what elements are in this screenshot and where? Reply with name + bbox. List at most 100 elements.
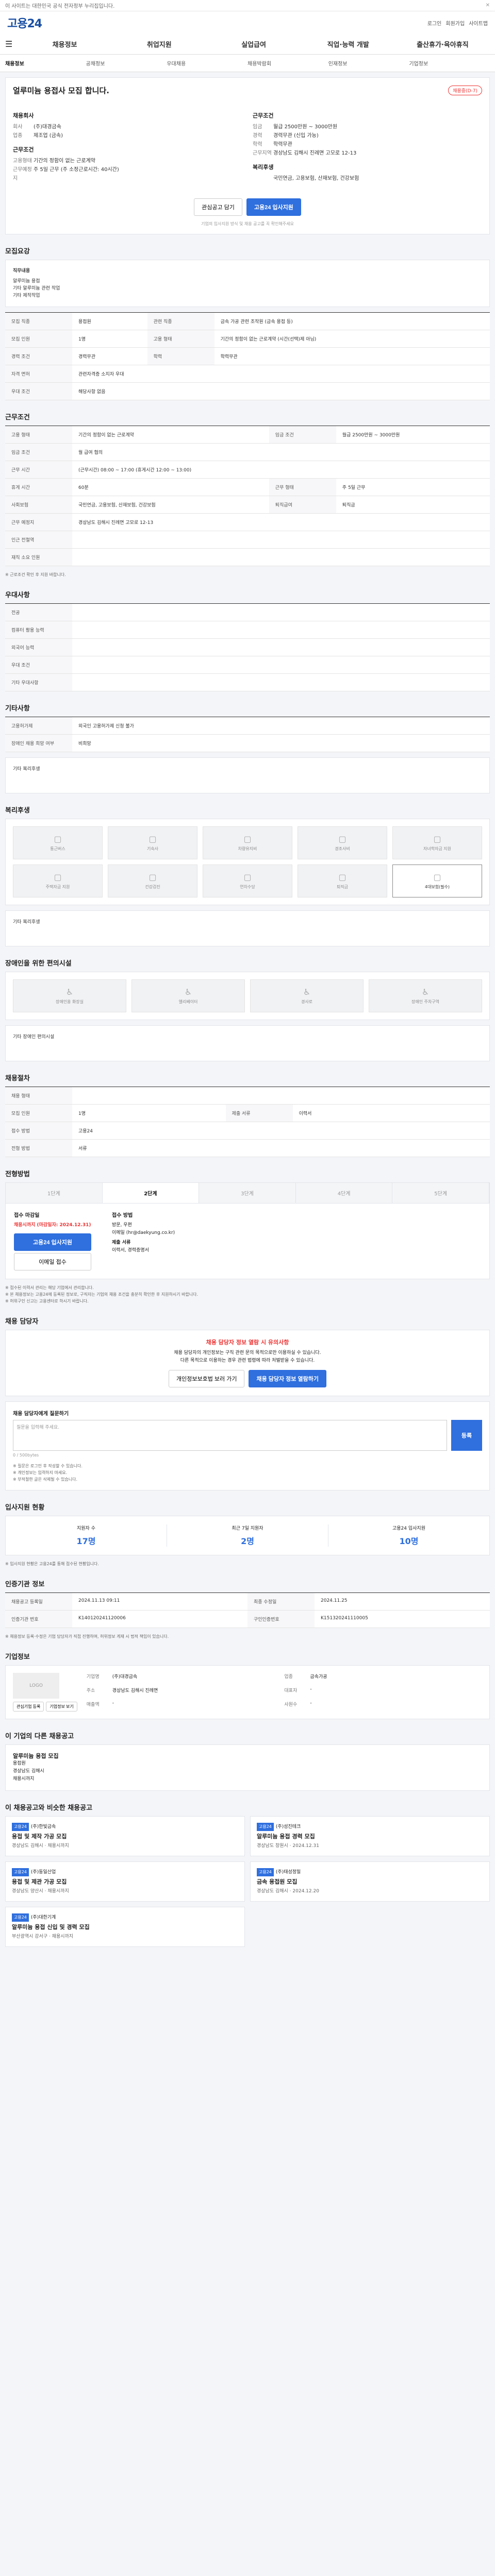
table-row: 재직 소요 인원 — [5, 548, 490, 566]
table-key: 구인인증번호 — [248, 1610, 315, 1628]
recommend-tag: 고용24 — [257, 1823, 274, 1831]
nav-item-training[interactable]: 직업·능력 개발 — [301, 39, 395, 49]
table-value: 기간의 정함이 없는 근로계약 — [72, 426, 269, 444]
other-job-line: 용접원 — [13, 1761, 26, 1766]
welfare-icon: ▢ — [338, 834, 346, 844]
other-jobs-box[interactable]: 알루미늄 용접 모집 용접원 경상남도 김해시 채용시까지 — [5, 1744, 490, 1791]
recommend-title[interactable]: 알루미늄 용접 신입 및 경력 모집 — [12, 1924, 238, 1931]
sitemap-link[interactable]: 사이트맵 — [469, 19, 488, 27]
welfare-label: 차량유지비 — [238, 846, 257, 851]
nav-item-support[interactable]: 취업지원 — [112, 39, 206, 49]
recommend-title[interactable]: 알루미늄 용접 경력 모집 — [257, 1833, 483, 1840]
welfare-grid: ▢ 통근버스 ▢ 기숙사 ▢ 차량유지비 ▢ 경조사비 ▢ 자녀학자금 지원 ▢ 주택자금 지원 ▢ 건강… — [5, 819, 490, 905]
subnav-item-preferred[interactable]: 우대채용 — [167, 59, 248, 67]
welfare-tile: ▢ 통근버스 — [13, 826, 103, 859]
accessibility-icon: ♿ — [421, 987, 430, 997]
table-value: 학력무관 — [214, 347, 490, 365]
nav-item-leave[interactable]: 출산휴가·육아휴직 — [395, 39, 490, 49]
etc-box: 기타 복리후생 — [5, 757, 490, 793]
recommend-card[interactable]: 고용24 (주)성진테크 알루미늄 용접 경력 모집 경상남도 창원시 · 2024.… — [250, 1816, 490, 1856]
kv-value: 주 5일 근무 (주 소정근로시간: 40시간) — [34, 167, 119, 173]
recruit-table: 모집 직종 용접원 관련 직종 금속 가공 관련 조작원 (금속 용접 등) 모집 인원… — [5, 312, 490, 400]
recommend-card[interactable]: 고용24 (주)태성정밀 금속 용접원 모집 경상남도 김해시 · 2024.12.2… — [250, 1861, 490, 1902]
recommend-card[interactable]: 고용24 (주)대한기계 알루미늄 용접 신입 및 경력 모집 부산광역시 강서구 ·… — [5, 1907, 245, 1947]
recommend-title[interactable]: 용접 및 제작 가공 모집 — [12, 1833, 238, 1840]
company-value: - — [310, 1687, 312, 1692]
apply-goyong24-button[interactable]: 고용24 입사지원 — [14, 1233, 91, 1251]
welfare-icon: ▢ — [243, 872, 252, 882]
nav-item-jobs[interactable]: 채용정보 — [18, 39, 112, 49]
industry: 제조업 (금속) — [34, 133, 63, 139]
apply-panel-left: 접수 마감일 채용시까지 (마감일자: 2024.12.31) 고용24 입사지… — [14, 1212, 91, 1270]
subnav-item-public[interactable]: 공채정보 — [86, 59, 167, 67]
selection-table: 채용 형태 모집 인원 1명 제출 서류 이력서 접수 방법 고용24 전형 방법 서류 — [5, 1087, 490, 1157]
table-row: 모집 인원 1명 고용 형태 기간의 정함이 없는 근로계약 (시간(선택)제 아님) — [5, 330, 490, 348]
apply-note: 기업의 입사지원 방식 및 채용 공고를 꼭 확인해주세요 — [201, 222, 294, 226]
accessibility-icon: ♿ — [65, 987, 74, 997]
table-key: 재직 소요 인원 — [5, 548, 72, 566]
stat-label: 지원자 수 — [77, 1526, 95, 1531]
recommend-company: (주)대한기계 — [30, 1915, 56, 1920]
apply-panel: 접수 마감일 채용시까지 (마감일자: 2024.12.31) 고용24 입사지… — [5, 1204, 490, 1279]
table-row: 전형 방법 서류 — [5, 1139, 490, 1157]
welfare-tile: ▢ 퇴직금 — [298, 865, 387, 897]
apply-button[interactable]: 고용24 입사지원 — [246, 198, 301, 216]
info-note: ※ 채용정보 등록·수정은 기업 담당자가 직접 진행하며, 허위정보 게재 시… — [5, 1634, 169, 1639]
subnav-item-company[interactable]: 기업정보 — [409, 59, 490, 67]
signup-link[interactable]: 회원가입 — [446, 19, 465, 27]
section-title-apply: 전형방법 — [5, 1171, 30, 1178]
table-row: 근무 예정지 경상남도 김해시 진례면 고모로 12-13 — [5, 513, 490, 531]
privacy-law-button[interactable]: 개인정보보호법 보러 가기 — [169, 1370, 245, 1387]
company-key: 주소 — [86, 1688, 95, 1693]
nav-item-benefit[interactable]: 실업급여 — [206, 39, 301, 49]
recommend-card[interactable]: 고용24 (주)동일산업 용접 및 제관 가공 모집 경상남도 양산시 · 채용시까지 — [5, 1861, 245, 1902]
recommend-meta: 경상남도 김해시 · 채용시까지 — [12, 1843, 69, 1849]
apply-note-line: ※ 허위구인 신고는 고용센터로 하시기 바랍니다. — [5, 1299, 89, 1303]
follow-company-button[interactable]: 관심기업 등록 — [13, 1702, 44, 1711]
location: 경상남도 김해시 진례면 고모로 12-13 — [273, 150, 357, 156]
welfare-tile: ▢ 차량유지비 — [203, 826, 292, 859]
table-key: 근무 예정지 — [5, 513, 72, 531]
gov-banner: 이 사이트는 대한민국 공식 전자정부 누리집입니다. ✕ — [0, 0, 495, 11]
recommend-company: (주)성진테크 — [275, 1824, 301, 1829]
subnav-item-talent[interactable]: 인재정보 — [328, 59, 409, 67]
interest-button[interactable]: 관심공고 담기 — [194, 198, 242, 216]
welfare-icon: ▢ — [338, 872, 346, 882]
table-key: 전형 방법 — [5, 1139, 72, 1157]
view-contact-button[interactable]: 채용 담당자 정보 열람하기 — [249, 1370, 326, 1387]
qa-submit-button[interactable]: 등록 — [451, 1420, 482, 1451]
recommend-card[interactable]: 고용24 (주)한빛금속 용접 및 제작 가공 모집 경상남도 김해시 · 채용시까지 — [5, 1816, 245, 1856]
conditions-note: ※ 근로조건 확인 후 지원 바랍니다. — [5, 572, 66, 577]
stat-item: 최근 7일 지원자 2명 — [167, 1524, 328, 1547]
site-logo[interactable]: 고용24 — [7, 14, 42, 31]
subnav-item-jobs[interactable]: 채용정보 — [5, 59, 86, 67]
company-value: - — [112, 1701, 114, 1706]
menu-icon[interactable]: ☰ — [5, 39, 18, 49]
disability-label: 경사로 — [301, 999, 313, 1004]
apply-step-tab[interactable]: 1단계 — [6, 1183, 103, 1203]
table-row: 경력 조건 경력무관 학력 학력무관 — [5, 347, 490, 365]
apply-step-tab[interactable]: 4단계 — [295, 1183, 393, 1203]
recommend-title[interactable]: 용접 및 제관 가공 모집 — [12, 1878, 238, 1886]
welfare-box: 기타 복리후생 — [5, 910, 490, 946]
subnav-item-fair[interactable]: 채용박람회 — [248, 59, 328, 67]
apply-email-button[interactable]: 이메일 접수 — [14, 1253, 91, 1270]
close-icon[interactable]: ✕ — [486, 3, 490, 8]
table-value — [72, 603, 490, 621]
apply-step-tab[interactable]: 3단계 — [199, 1183, 296, 1203]
apply-step-tab[interactable]: 5단계 — [392, 1183, 489, 1203]
apply-step-tab[interactable]: 2단계 — [102, 1183, 200, 1203]
stat-value: 10명 — [399, 1536, 419, 1546]
other-job-title[interactable]: 알루미늄 용접 모집 — [13, 1752, 59, 1760]
recommend-title[interactable]: 금속 용접원 모집 — [257, 1878, 483, 1886]
qa-input[interactable]: 질문을 입력해 주세요. — [13, 1420, 447, 1451]
table-value: 서류 — [72, 1139, 490, 1157]
kv-key: 고용형태 — [13, 158, 32, 164]
table-key: 최종 수정일 — [248, 1592, 315, 1611]
kv-key — [253, 174, 273, 183]
welfare-tile: ▢ 건강검진 — [108, 865, 197, 897]
company-info-button[interactable]: 기업정보 보기 — [46, 1702, 77, 1711]
table-value: 용접원 — [72, 312, 147, 330]
disability-box-label: 기타 장애인 편의시설 — [13, 1035, 55, 1040]
login-link[interactable]: 로그인 — [427, 19, 442, 27]
